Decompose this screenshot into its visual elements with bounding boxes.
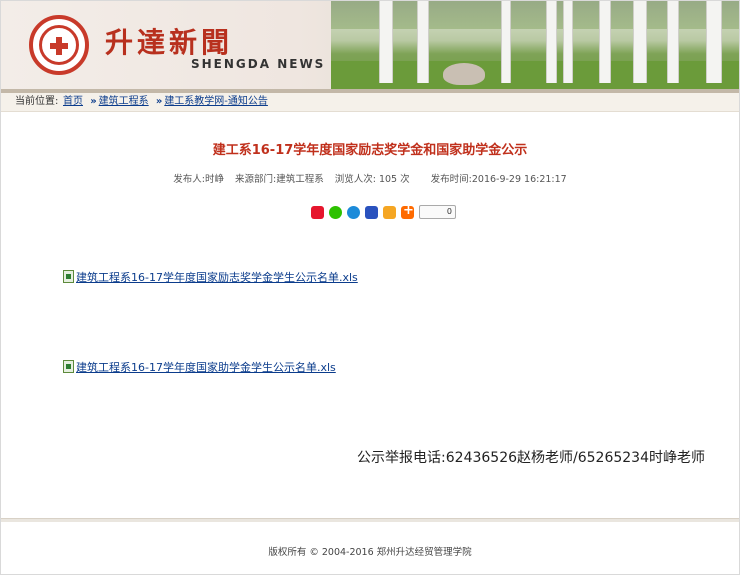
breadcrumb: 当前位置: 首页 » 建筑工程系 » 建工系教学网-通知公告 [1, 93, 739, 112]
header-scenery-image [331, 1, 739, 89]
breadcrumb-home-link[interactable]: 首页 [63, 96, 83, 107]
meta-published-time: 发布时间:2016-9-29 16:21:17 [430, 174, 567, 185]
excel-file-icon [63, 360, 74, 373]
breadcrumb-separator: » [90, 96, 97, 107]
breadcrumb-label: 当前位置: [15, 96, 59, 107]
qzone-icon[interactable] [347, 205, 360, 219]
baidu-icon[interactable] [365, 205, 378, 219]
school-emblem-icon [29, 15, 89, 75]
share-bar: 0 [311, 203, 456, 220]
breadcrumb-department-link[interactable]: 建筑工程系 [99, 96, 149, 107]
excel-file-icon [63, 270, 74, 283]
attachment-item: 建筑工程系16-17学年度国家助学金学生公示名单.xls [63, 359, 336, 375]
header-banner: 升達新聞 SHENGDA NEWS [1, 1, 739, 89]
share-count: 0 [419, 205, 456, 219]
meta-views: 浏览人次: 105 次 [334, 174, 410, 185]
footer-copyright: 版权所有 © 2004-2016 郑州升达经贸管理学院 [268, 547, 472, 558]
article-meta: 发布人:时峥 来源部门:建筑工程系 浏览人次: 105 次 发布时间:2016-… [1, 171, 739, 185]
report-phone-line: 公示举报电话:62436526赵杨老师/65265234时峥老师 [357, 450, 705, 466]
brand-title-cn: 升達新聞 [105, 26, 234, 59]
breadcrumb-section-link[interactable]: 建工系教学网-通知公告 [164, 96, 268, 107]
page: 升達新聞 SHENGDA NEWS 当前位置: 首页 » 建筑工程系 » 建工系教学… [0, 0, 740, 575]
more-share-icon[interactable] [401, 203, 414, 219]
meta-department: 来源部门:建筑工程系 [235, 174, 324, 185]
article-title: 建工系16-17学年度国家励志奖学金和国家助学金公示 [212, 143, 528, 158]
brand-title-en: SHENGDA NEWS [191, 57, 326, 71]
attachment-link-grant[interactable]: 建筑工程系16-17学年度国家助学金学生公示名单.xls [76, 361, 336, 374]
weibo-icon[interactable] [311, 205, 324, 219]
footer-divider [1, 518, 739, 522]
meta-publisher: 发布人:时峥 [173, 174, 224, 185]
wechat-icon[interactable] [329, 205, 342, 219]
attachment-item: 建筑工程系16-17学年度国家励志奖学金学生公示名单.xls [63, 269, 358, 285]
attachment-link-scholarship[interactable]: 建筑工程系16-17学年度国家励志奖学金学生公示名单.xls [76, 271, 358, 284]
star-icon[interactable] [383, 205, 396, 219]
breadcrumb-separator: » [155, 96, 163, 107]
